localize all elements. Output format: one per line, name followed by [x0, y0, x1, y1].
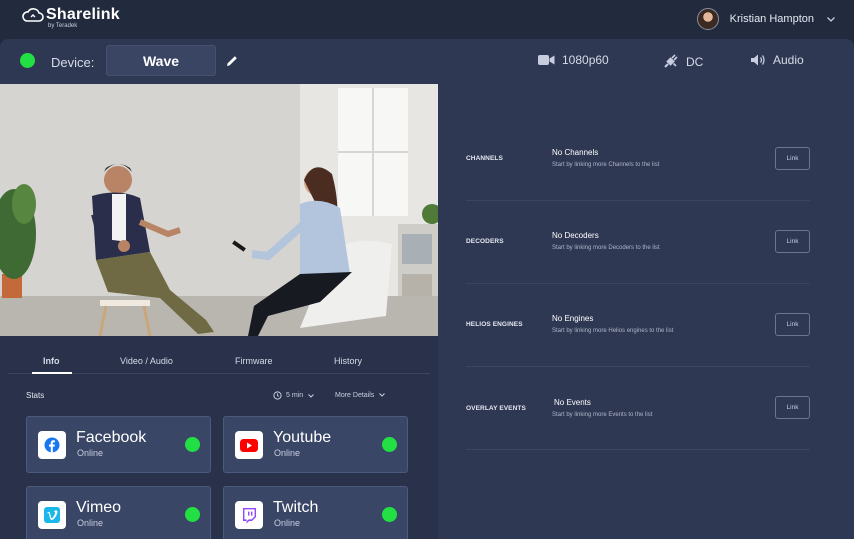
tab-history[interactable]: History [334, 356, 362, 366]
link-events-button[interactable]: Link [775, 396, 810, 419]
section-subtitle: Start by linking more Events to the list [552, 412, 653, 418]
platform-name: Twitch [273, 499, 319, 516]
tab-firmware[interactable]: Firmware [235, 356, 273, 366]
facebook-icon [38, 431, 66, 459]
device-status-indicator [20, 53, 35, 68]
logo-subtitle: by Teradek [48, 23, 78, 29]
platform-status: Online [77, 448, 104, 458]
tab-video-audio[interactable]: Video / Audio [120, 356, 173, 366]
video-camera-icon [538, 55, 555, 65]
more-details-select[interactable]: More Details [335, 391, 386, 399]
platform-status: Online [274, 518, 301, 528]
user-menu[interactable]: Kristian Hampton [696, 8, 836, 30]
chevron-down-icon [308, 393, 314, 398]
device-label: Device: [51, 55, 95, 70]
vimeo-icon [38, 501, 66, 529]
avatar[interactable] [696, 8, 719, 30]
device-name-field[interactable]: Wave [106, 45, 216, 76]
tab-info[interactable]: Info [43, 356, 60, 366]
platform-card-youtube[interactable]: Youtube Online [223, 416, 408, 473]
resolution-stat: 1080p60 [538, 53, 609, 67]
user-name: Kristian Hampton [729, 13, 814, 25]
interval-value: 5 min [286, 392, 304, 399]
audio-stat: Audio [750, 53, 804, 67]
stats-heading: Stats [26, 391, 45, 400]
platform-status: Online [77, 518, 104, 528]
online-indicator [382, 507, 397, 522]
section-label: HELIOS ENGINES [466, 321, 523, 328]
platform-status: Online [274, 448, 301, 458]
decoders-row: DECODERS No Decoders Start by linking mo… [466, 201, 810, 284]
section-subtitle: Start by linking more Helios engines to … [552, 328, 674, 334]
plug-icon [664, 54, 678, 68]
device-panel: Device: Wave 1080p60 DC Audio Info Video… [0, 39, 854, 539]
chevron-down-icon [379, 393, 386, 397]
section-title: No Decoders [552, 231, 599, 240]
link-decoders-button[interactable]: Link [775, 230, 810, 253]
active-tab-indicator [32, 372, 72, 374]
section-title: No Events [554, 398, 591, 407]
section-label: CHANNELS [466, 155, 503, 162]
section-label: DECODERS [466, 238, 504, 245]
platform-name: Vimeo [76, 499, 122, 516]
device-tabs: Info Video / Audio Firmware History [8, 348, 430, 374]
device-info-card: Info Video / Audio Firmware History Stat… [0, 336, 438, 539]
platform-card-facebook[interactable]: Facebook Online [26, 416, 211, 473]
top-bar: Sharelink by Teradek Kristian Hampton [0, 0, 854, 40]
channels-row: CHANNELS No Channels Start by linking mo… [466, 118, 810, 201]
online-indicator [185, 507, 200, 522]
resolution-value: 1080p60 [562, 53, 609, 67]
more-details-label: More Details [335, 391, 375, 399]
platform-name: Youtube [273, 429, 332, 446]
helios-engines-row: HELIOS ENGINES No Engines Start by linki… [466, 284, 810, 367]
speaker-icon [751, 54, 765, 66]
logo-text: Sharelink [46, 6, 120, 23]
online-indicator [382, 437, 397, 452]
clock-icon [273, 391, 282, 400]
platform-name: Facebook [76, 429, 147, 446]
section-title: No Engines [552, 314, 594, 323]
online-indicator [185, 437, 200, 452]
chevron-down-icon[interactable] [826, 14, 836, 24]
section-label: OVERLAY EVENTS [466, 405, 526, 412]
section-subtitle: Start by linking more Decoders to the li… [552, 245, 660, 251]
section-title: No Channels [552, 148, 599, 157]
video-preview[interactable] [0, 84, 438, 336]
link-engines-button[interactable]: Link [775, 313, 810, 336]
pencil-icon[interactable] [225, 54, 239, 68]
platform-card-vimeo[interactable]: Vimeo Online [26, 486, 211, 539]
overlay-events-row: OVERLAY EVENTS No Events Start by linkin… [466, 367, 810, 450]
audio-value: Audio [773, 53, 804, 67]
power-stat: DC [662, 53, 703, 70]
cloud-icon [22, 8, 44, 22]
youtube-icon [235, 431, 263, 459]
twitch-icon [235, 501, 263, 529]
power-value: DC [686, 54, 704, 69]
section-subtitle: Start by linking more Channels to the li… [552, 162, 660, 168]
interval-select[interactable]: 5 min [273, 391, 315, 400]
link-channels-button[interactable]: Link [775, 147, 810, 170]
sharelink-logo[interactable]: Sharelink [22, 7, 120, 23]
platform-card-twitch[interactable]: Twitch Online [223, 486, 408, 539]
